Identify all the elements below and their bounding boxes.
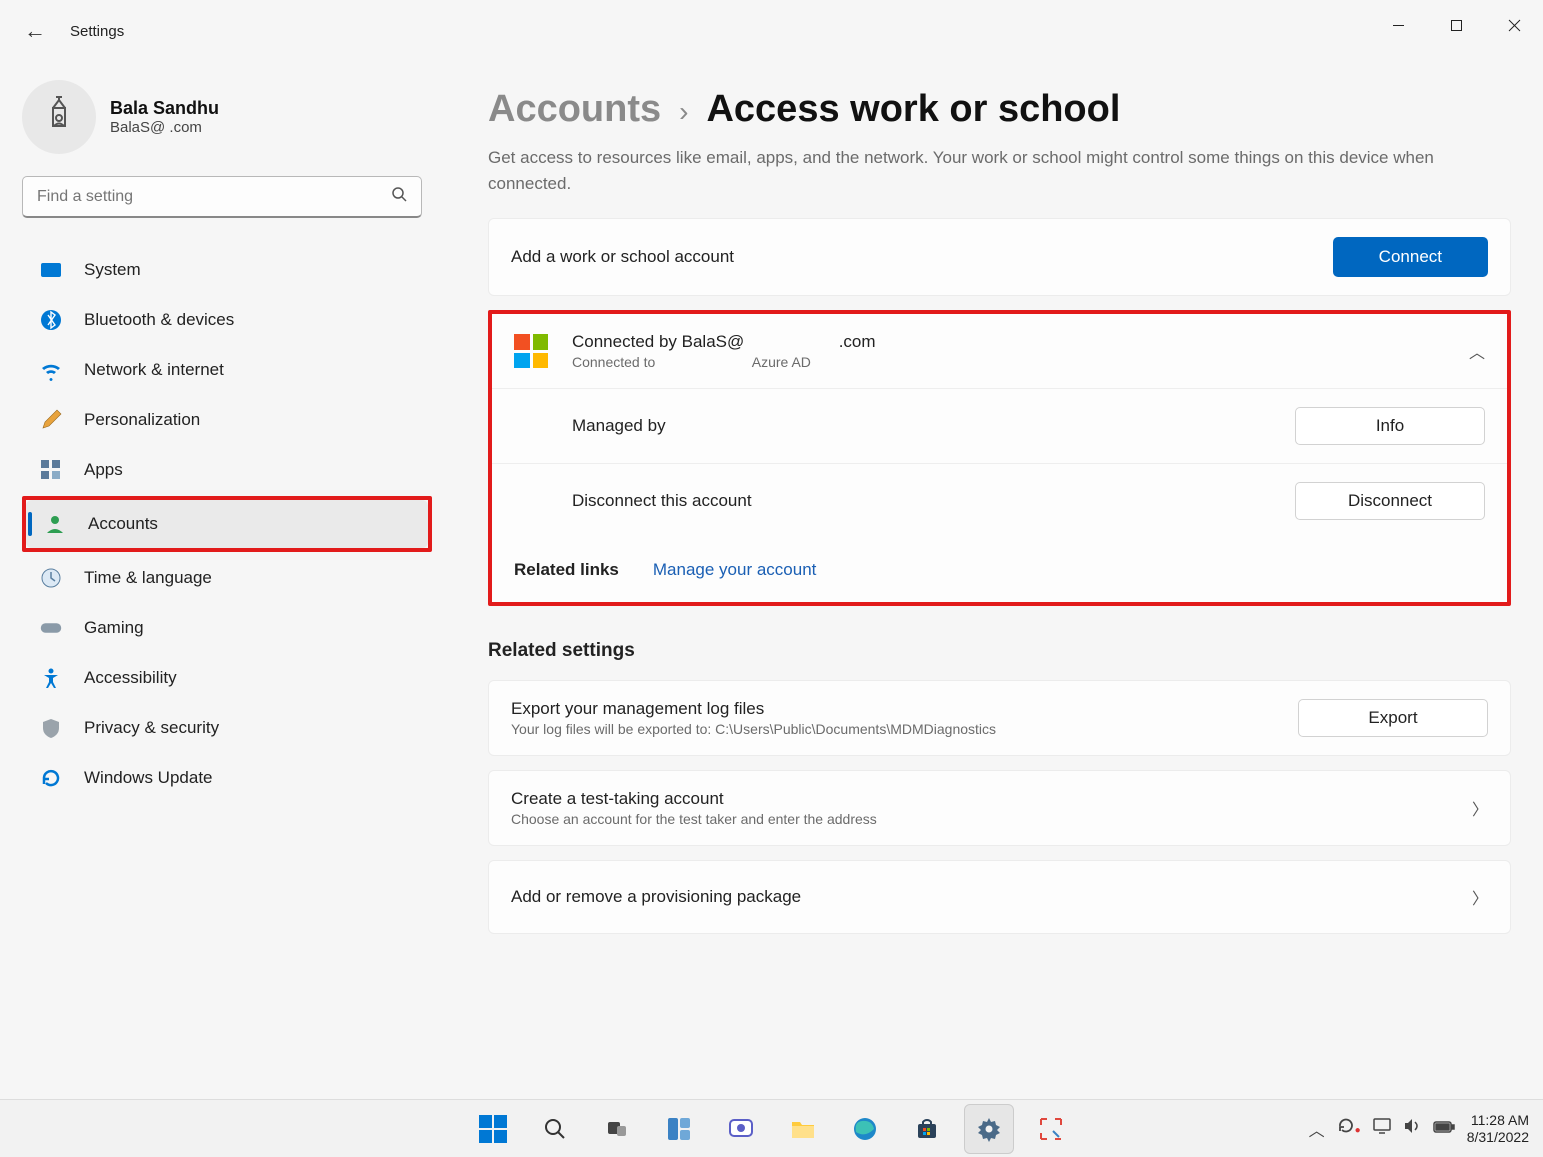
maximize-button[interactable]	[1427, 0, 1485, 50]
gaming-icon	[40, 617, 62, 639]
user-email: BalaS@ .com	[110, 119, 219, 136]
sidebar-label: Apps	[84, 460, 123, 480]
time-icon	[40, 567, 62, 589]
breadcrumb-sep: ›	[679, 96, 688, 128]
info-button[interactable]: Info	[1295, 407, 1485, 445]
sidebar-label: System	[84, 260, 141, 280]
chevron-up-icon: ︿	[1469, 339, 1485, 363]
app-title: Settings	[70, 23, 124, 40]
edge-icon[interactable]	[840, 1104, 890, 1154]
export-logs-sub: Your log files will be exported to: C:\U…	[511, 721, 996, 737]
system-icon	[40, 259, 62, 281]
clock-date: 8/31/2022	[1467, 1129, 1529, 1146]
minimize-button[interactable]	[1369, 0, 1427, 50]
connect-button[interactable]: Connect	[1333, 237, 1488, 277]
export-logs-row: Export your management log files Your lo…	[489, 681, 1510, 755]
sidebar-item-network[interactable]: Network & internet	[22, 346, 432, 394]
sidebar-label: Personalization	[84, 410, 200, 430]
privacy-icon	[40, 717, 62, 739]
user-name: Bala Sandhu	[110, 98, 219, 119]
sidebar-item-apps[interactable]: Apps	[22, 446, 432, 494]
sidebar-item-time[interactable]: Time & language	[22, 554, 432, 602]
manage-account-link[interactable]: Manage your account	[653, 560, 817, 580]
widgets-icon[interactable]	[654, 1104, 704, 1154]
search-icon	[391, 186, 407, 207]
provisioning-row[interactable]: Add or remove a provisioning package 〉	[489, 861, 1510, 933]
taskbar-search-icon[interactable]	[530, 1104, 580, 1154]
sidebar-item-accessibility[interactable]: Accessibility	[22, 654, 432, 702]
test-taking-row[interactable]: Create a test-taking account Choose an a…	[489, 771, 1510, 845]
tray-monitor-icon[interactable]	[1373, 1118, 1391, 1139]
accounts-icon	[44, 513, 66, 535]
connected-by-label: Connected by BalaS@ .com	[572, 332, 876, 352]
back-button[interactable]: ←	[24, 18, 46, 44]
provisioning-title: Add or remove a provisioning package	[511, 887, 801, 907]
related-settings-heading: Related settings	[488, 640, 1511, 662]
disconnect-button[interactable]: Disconnect	[1295, 482, 1485, 520]
avatar-icon	[22, 80, 96, 154]
sidebar-label: Bluetooth & devices	[84, 310, 234, 330]
task-view-icon[interactable]	[592, 1104, 642, 1154]
add-account-label: Add a work or school account	[511, 247, 734, 267]
chevron-right-icon: 〉	[1472, 796, 1488, 820]
sidebar-item-update[interactable]: Windows Update	[22, 754, 432, 802]
sidebar-label: Time & language	[84, 568, 212, 588]
export-button[interactable]: Export	[1298, 699, 1488, 737]
tray-volume-icon[interactable]	[1403, 1118, 1421, 1139]
microsoft-logo-icon	[514, 334, 548, 368]
tray-chevron-icon[interactable]: ︿	[1309, 1117, 1325, 1141]
close-button[interactable]	[1485, 0, 1543, 50]
sidebar-label: Accessibility	[84, 668, 177, 688]
sidebar-label: Accounts	[88, 514, 158, 534]
sidebar-label: Privacy & security	[84, 718, 219, 738]
explorer-icon[interactable]	[778, 1104, 828, 1154]
snipping-tool-icon[interactable]	[1026, 1104, 1076, 1154]
nav-list: System Bluetooth & devices Network & int…	[22, 246, 432, 802]
sidebar-item-personalization[interactable]: Personalization	[22, 396, 432, 444]
managed-by-label: Managed by	[572, 416, 666, 436]
page-description: Get access to resources like email, apps…	[488, 145, 1483, 196]
clock-time: 11:28 AM	[1467, 1112, 1529, 1129]
breadcrumb-parent[interactable]: Accounts	[488, 88, 661, 131]
tray-battery-icon[interactable]	[1433, 1120, 1455, 1138]
bluetooth-icon	[40, 309, 62, 331]
taskbar: ︿ ● 11:28 AM 8/31/2022	[0, 1099, 1543, 1157]
sidebar-item-privacy[interactable]: Privacy & security	[22, 704, 432, 752]
network-icon	[40, 359, 62, 381]
connected-account-header[interactable]: Connected by BalaS@ .com Connected to Az…	[492, 314, 1507, 388]
tray-sync-icon[interactable]: ●	[1337, 1117, 1361, 1140]
taskbar-clock[interactable]: 11:28 AM 8/31/2022	[1467, 1112, 1529, 1146]
disconnect-label: Disconnect this account	[572, 491, 752, 511]
export-logs-title: Export your management log files	[511, 699, 996, 719]
sidebar-label: Gaming	[84, 618, 144, 638]
disconnect-row: Disconnect this account Disconnect	[492, 463, 1507, 538]
apps-icon	[40, 459, 62, 481]
test-taking-title: Create a test-taking account	[511, 789, 877, 809]
start-button[interactable]	[468, 1104, 518, 1154]
sidebar-item-bluetooth[interactable]: Bluetooth & devices	[22, 296, 432, 344]
store-icon[interactable]	[902, 1104, 952, 1154]
user-profile[interactable]: Bala Sandhu BalaS@ .com	[22, 80, 432, 154]
add-account-row: Add a work or school account Connect	[489, 219, 1510, 295]
breadcrumb: Accounts › Access work or school	[488, 88, 1511, 131]
page-title: Access work or school	[706, 88, 1120, 131]
search-input[interactable]	[22, 176, 422, 218]
search-field[interactable]	[37, 188, 391, 206]
sidebar-item-system[interactable]: System	[22, 246, 432, 294]
managed-by-row: Managed by Info	[492, 388, 1507, 463]
related-links-label: Related links	[514, 560, 619, 580]
related-links-row: Related links Manage your account	[492, 538, 1507, 602]
settings-taskbar-icon[interactable]	[964, 1104, 1014, 1154]
personalization-icon	[40, 409, 62, 431]
sidebar-label: Network & internet	[84, 360, 224, 380]
sidebar-item-gaming[interactable]: Gaming	[22, 604, 432, 652]
accessibility-icon	[40, 667, 62, 689]
update-icon	[40, 767, 62, 789]
chevron-right-icon: 〉	[1472, 885, 1488, 909]
test-taking-sub: Choose an account for the test taker and…	[511, 811, 877, 827]
teams-icon[interactable]	[716, 1104, 766, 1154]
sidebar-label: Windows Update	[84, 768, 213, 788]
sidebar-item-accounts[interactable]: Accounts	[26, 500, 428, 548]
connected-to-label: Connected to Azure AD	[572, 354, 876, 370]
